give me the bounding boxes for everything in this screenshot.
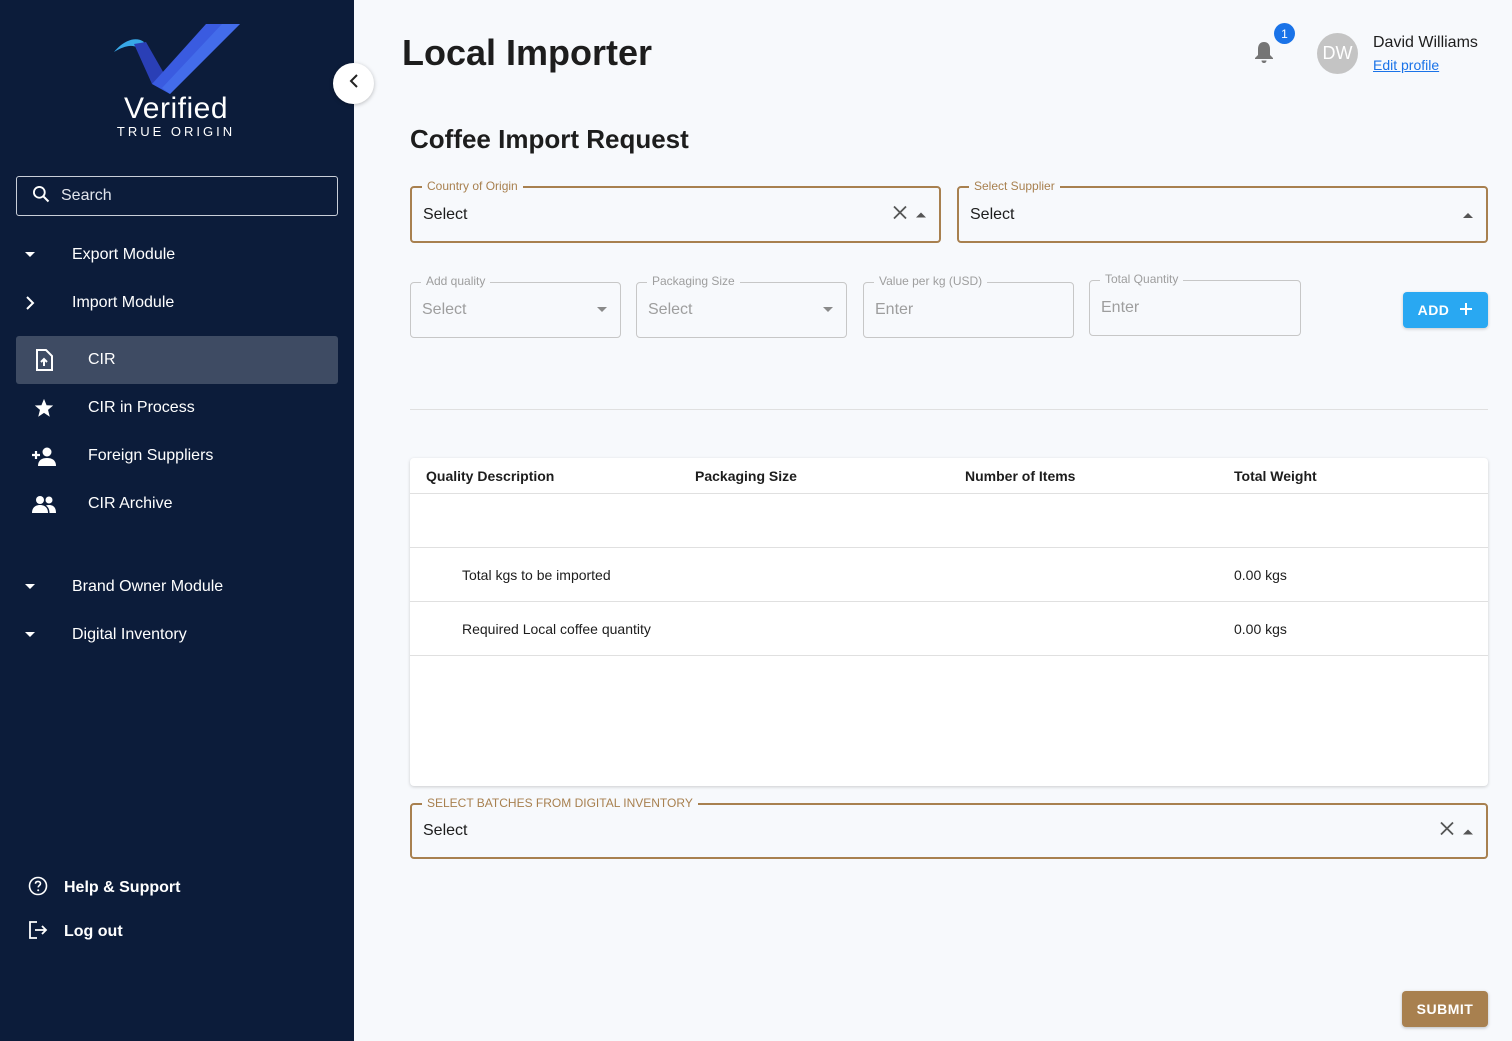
sidebar-item-cir[interactable]: CIR (16, 336, 338, 384)
sidebar-item-foreign-suppliers[interactable]: Foreign Suppliers (16, 432, 338, 480)
clear-icon[interactable] (1440, 821, 1454, 841)
summary-local-value: 0.00 kgs (1234, 621, 1287, 637)
field-label: SELECT BATCHES FROM DIGITAL INVENTORY (422, 796, 698, 810)
table-header-packaging: Packaging Size (695, 468, 797, 484)
logout-link[interactable]: Log out (28, 918, 123, 946)
caret-up-icon[interactable] (1462, 206, 1474, 224)
chevron-left-icon (349, 74, 359, 93)
submit-button[interactable]: SUBMIT (1402, 991, 1488, 1027)
star-icon (32, 397, 56, 419)
field-value: Select (970, 205, 1015, 223)
divider (410, 409, 1488, 410)
nav-label: Digital Inventory (72, 626, 187, 643)
table-header-items: Number of Items (965, 468, 1076, 484)
avatar[interactable]: DW (1317, 33, 1358, 74)
field-label: Select Supplier (969, 179, 1060, 193)
field-placeholder: Enter (875, 301, 914, 318)
caret-down-icon (18, 583, 42, 591)
table-header-quality: Quality Description (426, 468, 555, 484)
quality-select[interactable]: Add quality Select (410, 274, 621, 338)
checkmark-logo-icon (114, 24, 240, 94)
sidebar-item-label: CIR (88, 351, 116, 368)
caret-up-icon[interactable] (1462, 822, 1474, 840)
chevron-right-icon (18, 296, 42, 310)
nav-brand-owner-module[interactable]: Brand Owner Module (16, 563, 338, 611)
plus-icon (1459, 302, 1473, 319)
person-add-icon (32, 446, 56, 466)
edit-profile-link[interactable]: Edit profile (1373, 57, 1439, 73)
caret-down-icon[interactable] (822, 301, 834, 319)
sidebar: Verified TRUE ORIGIN Export Module Impor… (0, 0, 354, 1041)
table-header-weight: Total Weight (1234, 468, 1317, 484)
nav-export-module[interactable]: Export Module (16, 231, 338, 279)
field-value: Select (423, 205, 468, 223)
logout-label: Log out (64, 923, 123, 940)
value-per-kg-field[interactable]: Value per kg (USD) Enter (863, 274, 1074, 338)
sidebar-item-label: CIR Archive (88, 495, 173, 512)
field-label: Total Quantity (1100, 272, 1184, 286)
page-title: Local Importer (402, 32, 653, 73)
country-of-origin-select[interactable]: Country of Origin Select (410, 179, 941, 243)
caret-up-icon[interactable] (915, 206, 927, 224)
summary-total-label: Total kgs to be imported (462, 567, 611, 583)
sidebar-item-label: Foreign Suppliers (88, 447, 214, 464)
divider (410, 601, 1488, 602)
add-button[interactable]: ADD (1403, 292, 1488, 328)
nav-label: Export Module (72, 246, 176, 263)
field-label: Country of Origin (422, 179, 523, 193)
help-icon (28, 876, 48, 901)
supplier-select[interactable]: Select Supplier Select (957, 179, 1488, 243)
search-box[interactable] (16, 176, 338, 216)
sidebar-item-label: CIR in Process (88, 399, 195, 416)
packaging-size-select[interactable]: Packaging Size Select (636, 274, 847, 338)
field-value: Select (648, 301, 693, 318)
add-label: ADD (1417, 302, 1450, 318)
nav-label: Brand Owner Module (72, 578, 224, 595)
divider (410, 655, 1488, 656)
summary-total-value: 0.00 kgs (1234, 567, 1287, 583)
nav-import-module[interactable]: Import Module (16, 279, 338, 327)
clear-icon[interactable] (893, 205, 907, 224)
field-label: Value per kg (USD) (874, 274, 988, 288)
caret-down-icon[interactable] (596, 301, 608, 319)
summary-local-label: Required Local coffee quantity (462, 621, 651, 637)
caret-down-icon (18, 251, 42, 259)
sidebar-item-cir-in-process[interactable]: CIR in Process (16, 384, 338, 432)
brand-name: Verified (123, 92, 229, 125)
field-label: Add quality (421, 274, 491, 288)
divider (410, 547, 1488, 548)
help-label: Help & Support (64, 879, 181, 896)
caret-down-icon (18, 631, 42, 639)
search-input[interactable] (61, 187, 321, 205)
file-upload-icon (32, 349, 56, 371)
brand-tagline: TRUE ORIGIN (116, 124, 236, 139)
field-value: Select (423, 822, 468, 839)
logout-icon (28, 920, 48, 945)
total-quantity-field[interactable]: Total Quantity Enter (1089, 272, 1301, 336)
bell-icon (1253, 42, 1275, 68)
nav-label: Import Module (72, 294, 175, 311)
help-support-link[interactable]: Help & Support (28, 874, 180, 902)
user-name: David Williams (1373, 34, 1478, 51)
field-label: Packaging Size (647, 274, 740, 288)
notification-badge: 1 (1274, 23, 1295, 44)
brand-logo: Verified TRUE ORIGIN (110, 22, 250, 142)
field-placeholder: Enter (1101, 299, 1140, 316)
field-value: Select (422, 301, 467, 318)
people-icon (32, 495, 56, 513)
search-icon (31, 184, 51, 209)
notifications-button[interactable] (1253, 40, 1275, 69)
items-table: Quality Description Packaging Size Numbe… (410, 458, 1488, 786)
form-title: Coffee Import Request (410, 124, 689, 154)
nav-digital-inventory[interactable]: Digital Inventory (16, 611, 338, 659)
collapse-sidebar-button[interactable] (333, 63, 374, 104)
sidebar-item-cir-archive[interactable]: CIR Archive (16, 480, 338, 528)
batches-select[interactable]: SELECT BATCHES FROM DIGITAL INVENTORY Se… (410, 796, 1488, 859)
divider (410, 493, 1488, 494)
